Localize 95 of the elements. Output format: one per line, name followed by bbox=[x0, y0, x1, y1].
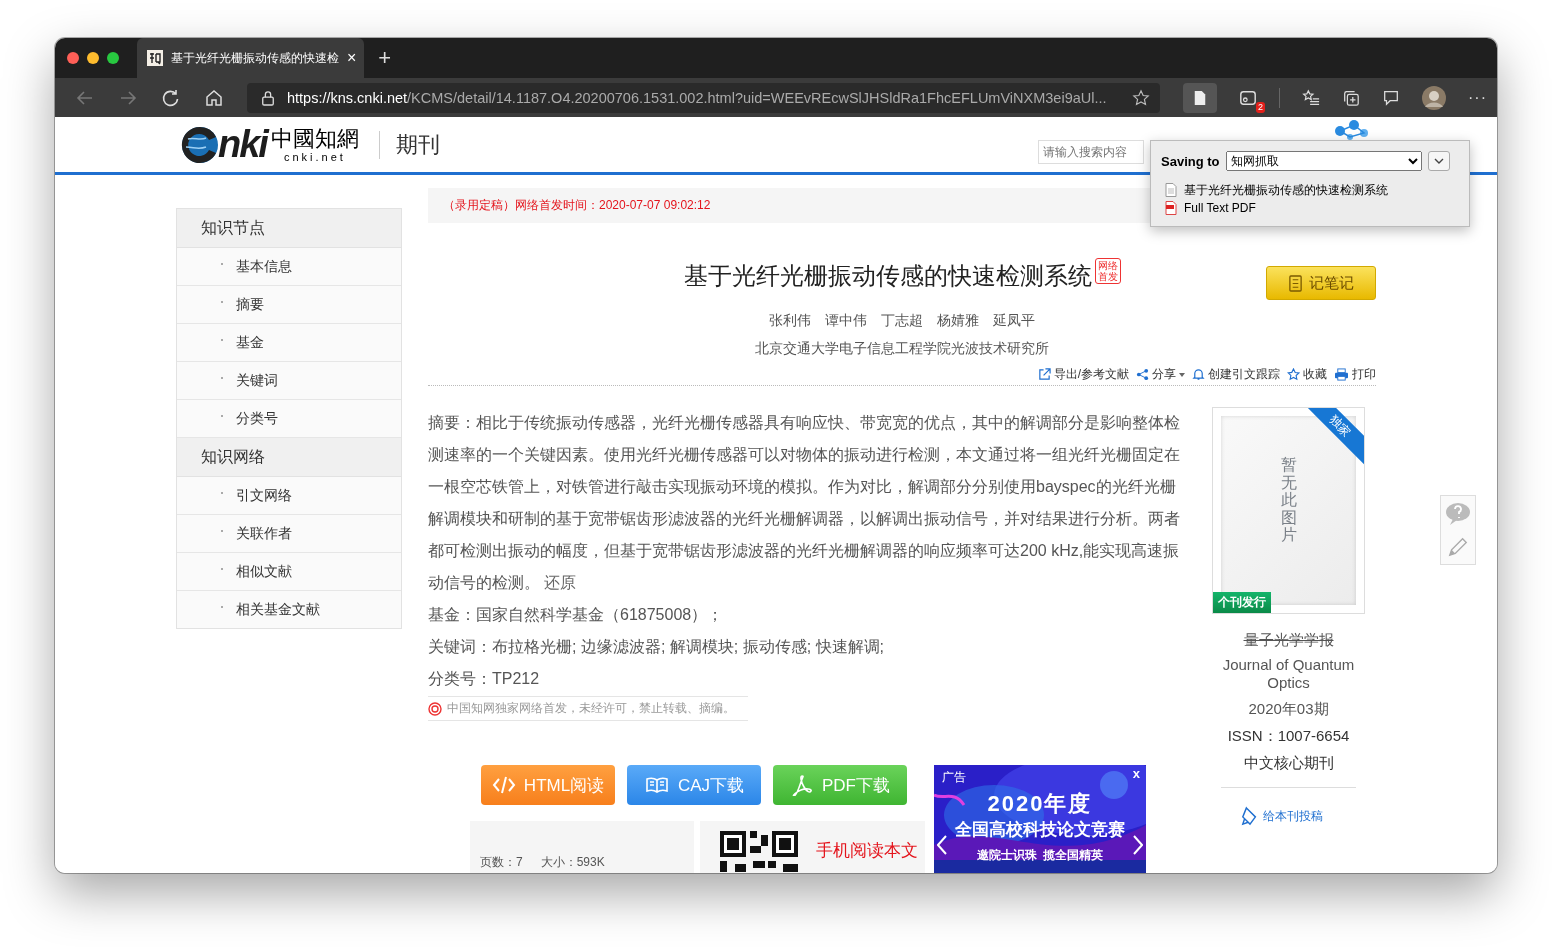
reader-view-button[interactable] bbox=[1183, 82, 1217, 113]
sidebar-heading: 知识节点 bbox=[177, 209, 401, 248]
article-action-link[interactable]: 创建引文跟踪 bbox=[1192, 366, 1280, 383]
tab-close-button[interactable]: × bbox=[347, 49, 357, 67]
metadata-line: 分类号：TP212 bbox=[428, 669, 541, 689]
journal-name-link[interactable]: 量子光学学报 bbox=[1243, 631, 1334, 650]
ad-slogan: 邀院士识珠 揽全国精英 bbox=[975, 847, 1105, 864]
new-tab-button[interactable]: + bbox=[378, 45, 392, 71]
expand-button[interactable] bbox=[1427, 151, 1450, 171]
close-window-button[interactable] bbox=[67, 52, 79, 64]
journal-issue: 2020年03期 bbox=[1248, 700, 1329, 719]
extension-badge: 2 bbox=[1256, 101, 1265, 113]
code-icon bbox=[491, 775, 516, 795]
chevron-icon bbox=[1433, 158, 1444, 164]
lock-icon bbox=[261, 89, 275, 106]
bell-icon bbox=[1192, 368, 1205, 381]
reload-icon[interactable] bbox=[161, 87, 181, 108]
sidebar-item[interactable]: 摘要 bbox=[177, 286, 401, 324]
sidebar-item[interactable]: 相关基金文献 bbox=[177, 591, 401, 628]
online-first-badge: 网络首发 bbox=[1094, 258, 1121, 284]
author-link[interactable]: 谭中伟 bbox=[825, 312, 867, 330]
printer-icon bbox=[1334, 368, 1349, 381]
book-icon bbox=[643, 775, 670, 795]
ad-title: 全国高校科技论文竞赛 bbox=[954, 819, 1126, 841]
sidebar-item[interactable]: 关联作者 bbox=[177, 515, 401, 553]
sidebar-item[interactable]: 相似文献 bbox=[177, 553, 401, 591]
ad-label: 广告 bbox=[942, 769, 966, 786]
zoom-window-button[interactable] bbox=[107, 52, 119, 64]
author-link[interactable]: 延凤平 bbox=[993, 312, 1035, 330]
saving-to-label: Saving to bbox=[1161, 153, 1220, 169]
star-icon bbox=[1287, 368, 1300, 381]
url-text: https://kns.cnki.net/KCMS/detail/14.1187.O4.20200706.1531.002.html?uid=WEEvREcwSlJHSldRa1FhcEFLUmViNXM3ei9aUl... bbox=[287, 89, 1108, 106]
favorites-list-icon[interactable] bbox=[1302, 88, 1320, 107]
ad-close-button[interactable]: x bbox=[1132, 766, 1140, 781]
ad-headline: 2020年度 bbox=[986, 790, 1094, 818]
author-link[interactable]: 丁志超 bbox=[881, 312, 923, 330]
abstract-text: 摘要：相比于传统振动传感器，光纤光栅传感器具有响应快、带宽宽的优点，其中的解调部分是影响整体检测速率的一个关键因素。使用光纤光栅传感器可以对物体的振动进行检测，本文通过将一组光纤光栅固定在一根空芯铁管上，对铁管进行敲击实现振动环境的模拟。作为对比，解调部分分别使用bayspec的光纤光栅解调模块和研制的基于宽带锯齿形滤波器的光纤光栅解调器，以解调出振动信号，并对结果进行分析。两者都可检测出振动的幅度，但基于宽带锯齿形滤波器的光纤光栅解调器的响应频率可达200 kHz,能实现高速振动信号的检测。 还原 bbox=[428, 413, 1181, 593]
metadata-line: 基金：国家自然科学基金（61875008）； bbox=[428, 605, 725, 625]
search-field[interactable]: 请输入搜索内容 bbox=[1038, 139, 1144, 164]
tab-title: 基于光纤光栅振动传感的快速检 bbox=[171, 49, 339, 67]
share-icon bbox=[1136, 368, 1149, 381]
feedback-icon[interactable] bbox=[1382, 88, 1400, 107]
journal-release-tag: 个刊发行 bbox=[1213, 592, 1271, 613]
article-action-link[interactable]: 分享 bbox=[1136, 366, 1185, 383]
logo-domain: cnki.net bbox=[283, 150, 346, 163]
globe-logo-icon bbox=[180, 124, 220, 165]
folder-select[interactable]: 知网抓取 bbox=[1225, 151, 1422, 171]
profile-avatar[interactable] bbox=[1422, 85, 1446, 110]
caret-icon bbox=[1179, 372, 1185, 377]
more-menu-button[interactable]: ··· bbox=[1468, 88, 1487, 107]
article-title: 基于光纤光栅振动传感的快速检测系统 bbox=[683, 261, 1092, 291]
ad-banner[interactable]: 广告 x 2020年度 全国高校科技论文竞赛 邀院士识珠 揽全国精英 bbox=[934, 765, 1146, 873]
collections-icon[interactable] bbox=[1342, 88, 1360, 107]
page-count: 页数：7 bbox=[480, 854, 523, 871]
sidebar-item[interactable]: 基本信息 bbox=[177, 248, 401, 286]
favorite-star-icon[interactable] bbox=[1132, 88, 1150, 107]
logo-chinese-name: 中國知網 bbox=[270, 126, 359, 151]
journal-issn: ISSN：1007-6654 bbox=[1227, 727, 1350, 746]
restore-link[interactable]: 还原 bbox=[544, 574, 577, 591]
target-icon bbox=[428, 701, 442, 716]
acrobat-icon bbox=[790, 774, 814, 796]
journal-rank: 中文核心期刊 bbox=[1243, 754, 1334, 773]
sidebar-item[interactable]: 基金 bbox=[177, 324, 401, 362]
no-image-text: 暂无此图片 bbox=[1280, 456, 1297, 546]
sidebar-heading: 知识网络 bbox=[177, 438, 401, 477]
sidebar-item[interactable]: 关键词 bbox=[177, 362, 401, 400]
mobile-read-link[interactable]: 手机阅读本文 bbox=[816, 839, 919, 862]
journal-english-name: Journal of Quantum Optics bbox=[1221, 656, 1356, 692]
document-icon bbox=[1165, 183, 1177, 197]
home-icon[interactable] bbox=[204, 87, 224, 108]
sidebar-item[interactable]: 引文网络 bbox=[177, 477, 401, 515]
affiliation-link[interactable]: 北京交通大学电子信息工程学院光波技术研究所 bbox=[428, 340, 1376, 358]
favicon-icon bbox=[147, 50, 163, 66]
copyright-notice: 中国知网独家网络首发，未经许可，禁止转载、摘编。 bbox=[447, 700, 735, 717]
browser-tab[interactable]: 基于光纤光栅振动传感的快速检 × bbox=[137, 38, 365, 78]
article-action-link[interactable]: 收藏 bbox=[1287, 366, 1327, 383]
pdf-file-icon bbox=[1165, 201, 1177, 215]
metadata-line: 关键词：布拉格光栅; 边缘滤波器; 解调模块; 振动传感; 快速解调; bbox=[428, 637, 885, 657]
submit-paper-link[interactable]: 给本刊投稿 bbox=[1240, 806, 1323, 826]
article-action-link[interactable]: 打印 bbox=[1334, 366, 1376, 383]
saved-item-label[interactable]: Full Text PDF bbox=[1184, 201, 1256, 215]
notebook-icon bbox=[1288, 274, 1303, 292]
file-size: 大小：593K bbox=[540, 854, 605, 871]
address-bar[interactable]: https://kns.cnki.net/KCMS/detail/14.1187.O4.20200706.1531.002.html?uid=WEEvREcwSlJHSldRa1FhcEFLUmViNXM3ei9aUl... bbox=[247, 82, 1160, 113]
export-icon bbox=[1037, 368, 1051, 381]
section-title: 期刊 bbox=[378, 130, 440, 159]
take-note-button[interactable]: 记笔记 bbox=[1266, 266, 1376, 300]
author-link[interactable]: 张利伟 bbox=[769, 312, 811, 330]
extension-icon[interactable] bbox=[1239, 88, 1257, 107]
logo-wordmark: nki bbox=[218, 123, 267, 166]
journal-cover[interactable]: 暂无此图片 独家 个刊发行 bbox=[1212, 407, 1365, 614]
article-action-link[interactable]: 导出/参考文献 bbox=[1037, 366, 1129, 383]
minimize-window-button[interactable] bbox=[87, 52, 99, 64]
page-icon bbox=[1193, 89, 1207, 106]
author-link[interactable]: 杨婧雅 bbox=[937, 312, 979, 330]
